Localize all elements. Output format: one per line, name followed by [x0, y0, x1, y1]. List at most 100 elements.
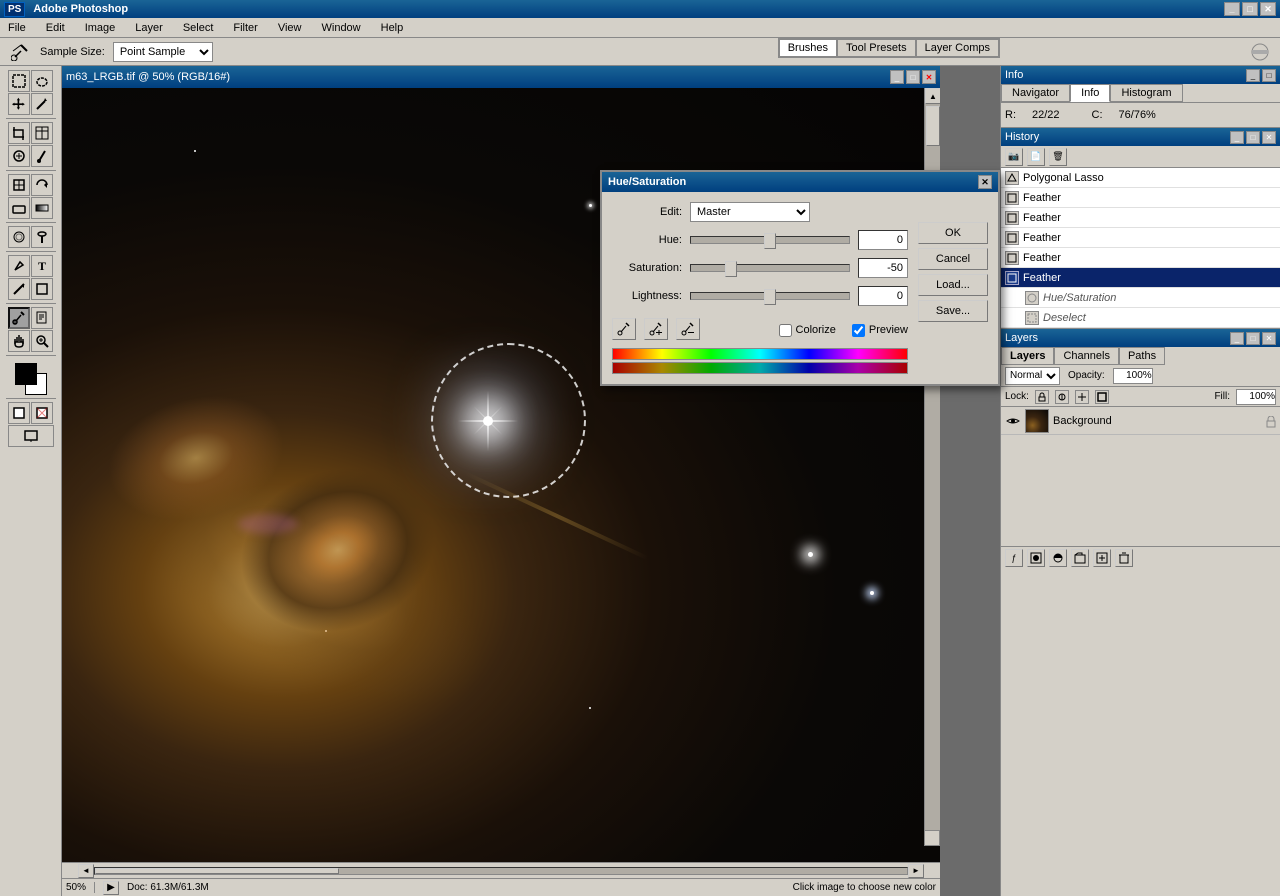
crop-tool[interactable] — [8, 122, 30, 144]
lock-position-btn[interactable] — [1075, 390, 1089, 404]
eraser-tool[interactable] — [8, 197, 30, 219]
menu-window[interactable]: Window — [318, 20, 365, 36]
tool-presets-tab[interactable]: Tool Presets — [837, 39, 916, 57]
history-item-feather-selected[interactable]: Feather — [1001, 268, 1280, 288]
scroll-track-h[interactable] — [94, 867, 908, 875]
ok-button[interactable]: OK — [918, 222, 988, 244]
sample-size-select[interactable]: Point Sample 3 by 3 Average 5 by 5 Avera… — [113, 42, 213, 62]
hue-value-display[interactable]: 0 — [858, 230, 908, 250]
history-brush-tool[interactable] — [31, 174, 53, 196]
history-new-snapshot-btn[interactable]: 📷 — [1005, 148, 1023, 166]
horizontal-scrollbar[interactable]: ◄ ► — [62, 862, 940, 878]
add-mask-btn[interactable] — [1027, 549, 1045, 567]
lock-all-btn[interactable] — [1095, 390, 1109, 404]
clone-stamp-tool[interactable] — [8, 174, 30, 196]
saturation-slider-thumb[interactable] — [725, 261, 737, 277]
history-item-feather-2[interactable]: Feather — [1001, 208, 1280, 228]
zoom-tool[interactable] — [31, 330, 53, 352]
layers-close[interactable]: ✕ — [1262, 332, 1276, 345]
history-close[interactable]: ✕ — [1262, 131, 1276, 144]
lightness-slider-thumb[interactable] — [764, 289, 776, 305]
menu-edit[interactable]: Edit — [42, 20, 69, 36]
notes-tool[interactable] — [31, 307, 53, 329]
history-maximize[interactable]: □ — [1246, 131, 1260, 144]
magic-wand-tool[interactable] — [31, 93, 53, 115]
scroll-right-btn[interactable]: ► — [908, 864, 924, 878]
scroll-left-btn[interactable]: ◄ — [78, 864, 94, 878]
histogram-tab[interactable]: Histogram — [1110, 84, 1182, 102]
colorize-checkbox[interactable] — [779, 324, 792, 337]
hue-slider-thumb[interactable] — [764, 233, 776, 249]
foreground-color-swatch[interactable] — [15, 363, 37, 385]
app-close-btn[interactable]: ✕ — [1260, 2, 1276, 16]
type-tool[interactable]: T — [31, 255, 53, 277]
color-squares[interactable] — [15, 363, 47, 395]
hue-sat-dialog-close-btn[interactable]: ✕ — [978, 175, 992, 189]
fill-input[interactable] — [1236, 389, 1276, 405]
quick-mask-btn[interactable] — [31, 402, 53, 424]
info-tab[interactable]: Info — [1070, 84, 1110, 102]
eyedropper-tool[interactable] — [8, 307, 30, 329]
brushes-tab[interactable]: Brushes — [779, 39, 837, 57]
add-layer-style-btn[interactable]: ƒ — [1005, 549, 1023, 567]
history-item-deselect[interactable]: Deselect — [1001, 308, 1280, 328]
opacity-input[interactable]: 100% — [1113, 368, 1153, 384]
save-button[interactable]: Save... — [918, 300, 988, 322]
scroll-thumb-h[interactable] — [95, 868, 339, 874]
move-tool[interactable] — [8, 93, 30, 115]
hand-tool[interactable] — [8, 330, 30, 352]
lock-pixels-btn[interactable] — [1055, 390, 1069, 404]
layer-visibility-eye[interactable] — [1005, 413, 1021, 429]
hue-slider-track[interactable] — [690, 236, 850, 244]
menu-image[interactable]: Image — [81, 20, 120, 36]
edit-select[interactable]: Master Reds Yellows Greens Cyans Blues M… — [690, 202, 810, 222]
path-selection-tool[interactable] — [8, 278, 30, 300]
history-new-doc-btn[interactable]: 📄 — [1027, 148, 1045, 166]
new-fill-adjustment-btn[interactable] — [1049, 549, 1067, 567]
menu-help[interactable]: Help — [377, 20, 408, 36]
brush-tool[interactable] — [31, 145, 53, 167]
layers-tab-channels[interactable]: Channels — [1054, 347, 1118, 365]
info-panel-minimize[interactable]: _ — [1246, 69, 1260, 82]
layers-tab-layers[interactable]: Layers — [1001, 347, 1054, 365]
eyedropper-sample-btn[interactable] — [612, 318, 636, 340]
menu-select[interactable]: Select — [179, 20, 218, 36]
app-minimize-btn[interactable]: _ — [1224, 2, 1240, 16]
layer-item-background[interactable]: Background — [1001, 407, 1280, 435]
delete-layer-btn[interactable] — [1115, 549, 1133, 567]
history-item-polygonal-lasso[interactable]: Polygonal Lasso — [1001, 168, 1280, 188]
layers-minimize[interactable]: _ — [1230, 332, 1244, 345]
scroll-thumb-v[interactable] — [926, 106, 940, 146]
history-item-feather-4[interactable]: Feather — [1001, 248, 1280, 268]
standard-mode-btn[interactable] — [8, 402, 30, 424]
history-delete-btn[interactable]: 🗑 — [1049, 148, 1067, 166]
layers-maximize[interactable]: □ — [1246, 332, 1260, 345]
load-button[interactable]: Load... — [918, 274, 988, 296]
menu-layer[interactable]: Layer — [131, 20, 167, 36]
dodge-tool[interactable] — [31, 226, 53, 248]
blend-mode-select[interactable]: Normal — [1005, 367, 1060, 385]
menu-file[interactable]: File — [4, 20, 30, 36]
info-panel-maximize[interactable]: □ — [1262, 69, 1276, 82]
history-item-feather-1[interactable]: Feather — [1001, 188, 1280, 208]
cancel-button[interactable]: Cancel — [918, 248, 988, 270]
menu-view[interactable]: View — [274, 20, 306, 36]
status-arrow-btn[interactable]: ▶ — [103, 881, 119, 895]
preview-checkbox[interactable] — [852, 324, 865, 337]
rectangular-marquee-tool[interactable] — [8, 70, 30, 92]
lasso-tool[interactable] — [31, 70, 53, 92]
eyedropper-add-btn[interactable] — [644, 318, 668, 340]
scroll-up-btn[interactable]: ▲ — [925, 88, 940, 104]
saturation-slider-track[interactable] — [690, 264, 850, 272]
lightness-value-display[interactable]: 0 — [858, 286, 908, 306]
sample-color-icon[interactable] — [1248, 40, 1272, 64]
eyedropper-subtract-btn[interactable] — [676, 318, 700, 340]
healing-brush-tool[interactable] — [8, 145, 30, 167]
gradient-tool[interactable] — [31, 197, 53, 219]
layers-tab-paths[interactable]: Paths — [1119, 347, 1165, 365]
history-item-hue-saturation[interactable]: Hue/Saturation — [1001, 288, 1280, 308]
doc-maximize-btn[interactable]: □ — [906, 70, 920, 84]
eyedropper-tool-icon[interactable] — [8, 40, 32, 64]
menu-filter[interactable]: Filter — [229, 20, 261, 36]
history-item-feather-3[interactable]: Feather — [1001, 228, 1280, 248]
